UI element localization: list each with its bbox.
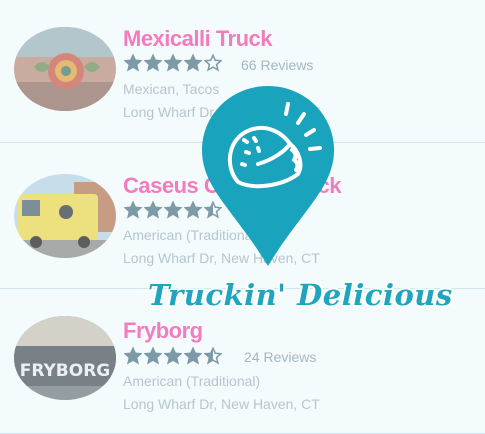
truck-category: American (Traditional)	[123, 227, 261, 243]
star-icon	[204, 201, 222, 219]
star-icon	[184, 347, 202, 365]
truck-name[interactable]: Caseus Cheese Truck	[123, 173, 341, 199]
rating-stars	[124, 347, 222, 365]
review-count[interactable]: 66 Reviews	[241, 57, 313, 73]
list-item[interactable]: Caseus Cheese Truck American (Traditiona…	[0, 143, 485, 289]
truck-photo: FRYBORG	[14, 316, 116, 400]
star-icon	[144, 201, 162, 219]
review-count[interactable]: 24 Reviews	[244, 349, 316, 365]
star-icon	[124, 54, 142, 72]
truck-photo	[14, 27, 116, 111]
truck-photo	[14, 174, 116, 258]
star-icon	[204, 54, 222, 72]
truck-category: American (Traditional)	[123, 373, 261, 389]
star-icon	[144, 347, 162, 365]
list-item[interactable]: Mexicalli Truck 66 Reviews Mexican, Taco…	[0, 0, 485, 143]
truck-photo-lettering: FRYBORG	[20, 361, 111, 381]
star-icon	[124, 201, 142, 219]
star-icon	[164, 201, 182, 219]
food-truck-list: Mexicalli Truck 66 Reviews Mexican, Taco…	[0, 0, 485, 434]
rating-stars	[124, 54, 222, 72]
truck-name[interactable]: Fryborg	[123, 318, 203, 344]
truck-address: Long Wharf Dr, New Haven, CT	[123, 250, 320, 266]
star-icon	[164, 54, 182, 72]
star-icon	[184, 201, 202, 219]
truck-category: Mexican, Tacos	[123, 81, 220, 97]
truck-address: Long Wharf Dr, New Haven, CT	[123, 104, 320, 120]
truck-name[interactable]: Mexicalli Truck	[123, 26, 273, 52]
star-icon	[144, 54, 162, 72]
star-icon	[184, 54, 202, 72]
list-item[interactable]: FRYBORG Fryborg 24 Reviews American (Tra…	[0, 289, 485, 434]
star-icon	[164, 347, 182, 365]
rating-stars	[124, 201, 222, 219]
truck-address: Long Wharf Dr, New Haven, CT	[123, 396, 320, 412]
star-icon	[124, 347, 142, 365]
star-icon	[204, 347, 222, 365]
